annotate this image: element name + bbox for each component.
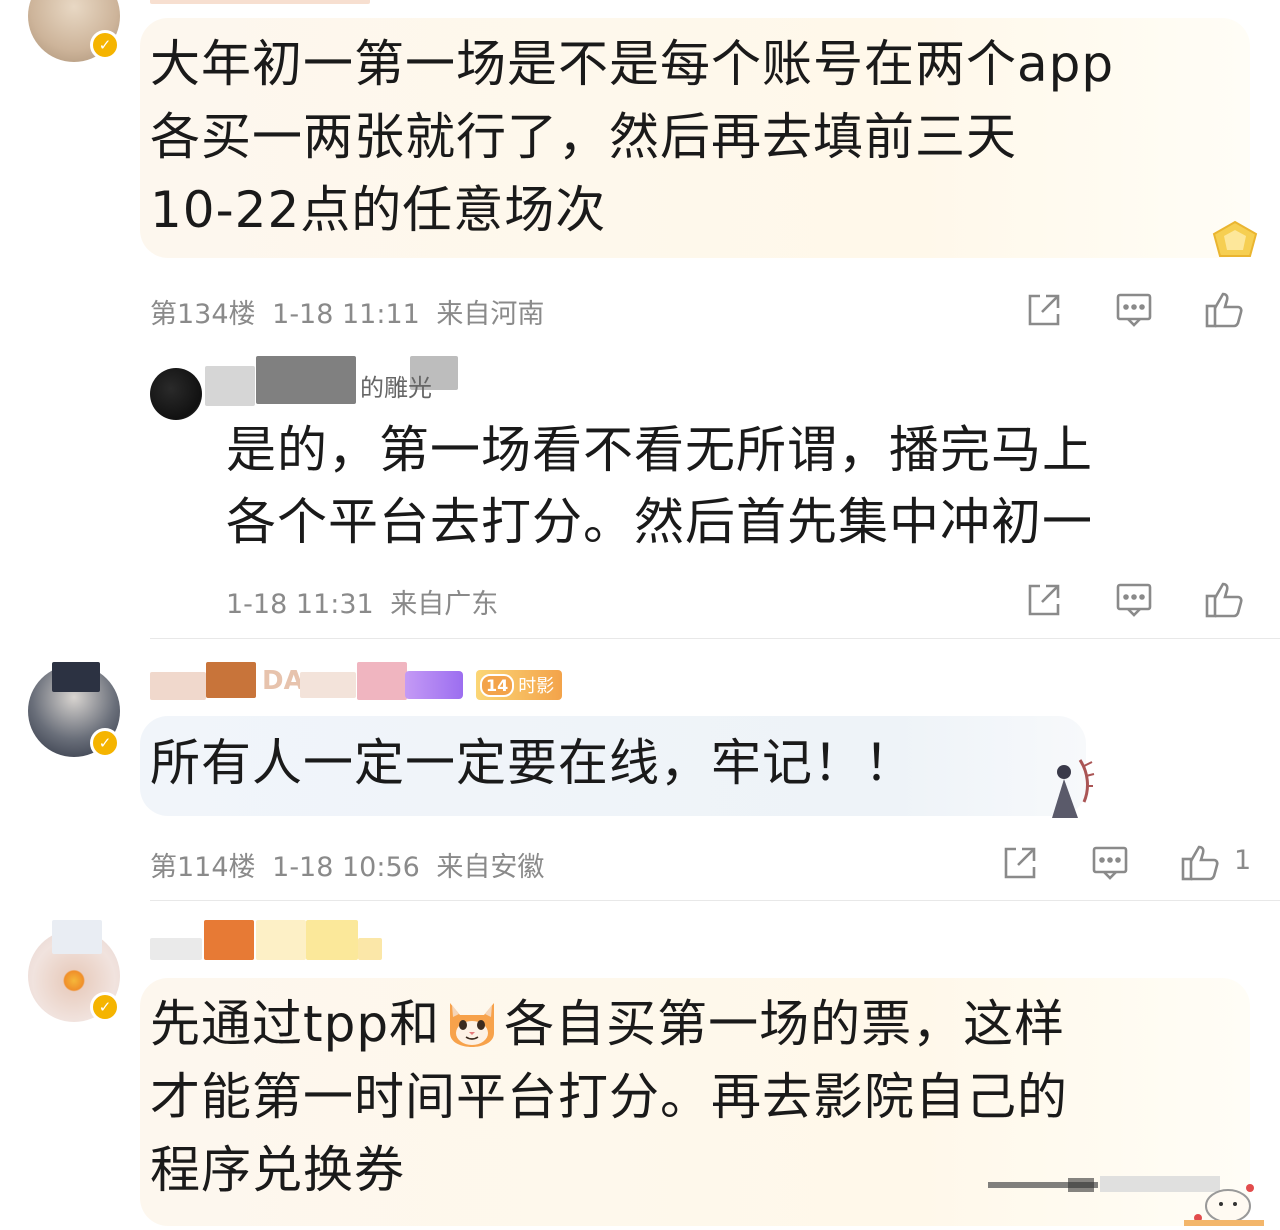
- username-blurred: [306, 920, 358, 960]
- timestamp: 1-18 10:56: [272, 852, 420, 883]
- bubble-decoration-icon: [1208, 218, 1262, 262]
- comment-icon[interactable]: [1114, 290, 1154, 330]
- comment-text-line: 大年初一第一场是不是每个账号在两个app: [150, 35, 1115, 93]
- username-blurred: [150, 0, 370, 4]
- username-blurred: [300, 672, 356, 698]
- level-badge[interactable]: 14 时影: [476, 670, 563, 700]
- comment-text-line: 先通过tpp和 各自买第一场的票，这样: [150, 988, 1065, 1061]
- username-blurred: [150, 938, 202, 960]
- reply-meta: 1-18 11:31 来自广东: [226, 582, 498, 621]
- like-count: 1: [1234, 845, 1252, 876]
- reply-text-line: 是的，第一场看不看无所谓，播完马上: [226, 421, 1093, 479]
- verified-badge-icon: ✓: [90, 30, 120, 60]
- comment-text-part: 先通过tpp和: [150, 995, 441, 1053]
- username-blurred: [150, 672, 206, 700]
- username-blurred: [206, 662, 256, 698]
- bubble-decoration-icon: [1028, 752, 1100, 824]
- comment-text-line: 各买一两张就行了，然后再去填前三天: [150, 108, 1017, 166]
- level-number: 14: [480, 673, 515, 697]
- comment-icon[interactable]: [1090, 843, 1130, 883]
- username-blurred: [357, 662, 407, 700]
- share-icon[interactable]: [1024, 580, 1064, 620]
- comment-meta: 第114楼 1-18 10:56 来自安徽: [150, 845, 544, 884]
- comment-text-line: 程序兑换券: [150, 1141, 405, 1199]
- verified-badge-icon: ✓: [90, 728, 120, 758]
- share-icon[interactable]: [1024, 290, 1064, 330]
- username-fragment[interactable]: 的雕光: [360, 368, 432, 403]
- level-badge-label: 时影: [518, 676, 555, 697]
- username-blurred: [256, 356, 356, 404]
- location: 来自安徽: [436, 852, 545, 883]
- thumbs-up-icon[interactable]: [1204, 288, 1244, 328]
- divider: [150, 900, 1280, 901]
- location: 来自河南: [436, 299, 545, 330]
- verified-badge-icon: ✓: [90, 992, 120, 1022]
- timestamp: 1-18 11:31: [226, 589, 374, 620]
- watermark-icon: [988, 1164, 1264, 1226]
- comment-icon[interactable]: [1114, 580, 1154, 620]
- comment-meta: 第134楼 1-18 11:11 来自河南: [150, 292, 544, 331]
- share-icon[interactable]: [1000, 843, 1040, 883]
- avatar-overlay: [52, 920, 102, 954]
- reply-text-line: 各个平台去打分。然后首先集中冲初一: [226, 493, 1093, 551]
- username-fragment[interactable]: DA: [262, 666, 304, 696]
- floor-number: 第114楼: [150, 852, 256, 883]
- username-blurred: [358, 938, 382, 960]
- thumbs-up-icon[interactable]: [1204, 578, 1244, 618]
- username-blurred: [205, 366, 255, 406]
- username-blurred: [204, 920, 254, 960]
- avatar-overlay: [52, 662, 100, 692]
- member-badge[interactable]: [405, 671, 463, 699]
- comment-text-part: 各自买第一场的票，这样: [504, 995, 1066, 1053]
- comment-text-line: 才能第一时间平台打分。再去影院自己的: [150, 1068, 1068, 1126]
- comment-text-line: 10-22点的任意场次: [150, 181, 607, 239]
- username-blurred: [256, 920, 306, 960]
- floor-number: 第134楼: [150, 299, 256, 330]
- timestamp: 1-18 11:11: [272, 299, 420, 330]
- avatar[interactable]: [150, 368, 202, 420]
- thumbs-up-icon[interactable]: [1180, 841, 1220, 881]
- comment-text-line: 所有人一定一定要在线，牢记！！: [150, 734, 915, 792]
- divider: [150, 638, 1280, 639]
- cat-face-emoji: [442, 993, 502, 1049]
- location: 来自广东: [390, 589, 499, 620]
